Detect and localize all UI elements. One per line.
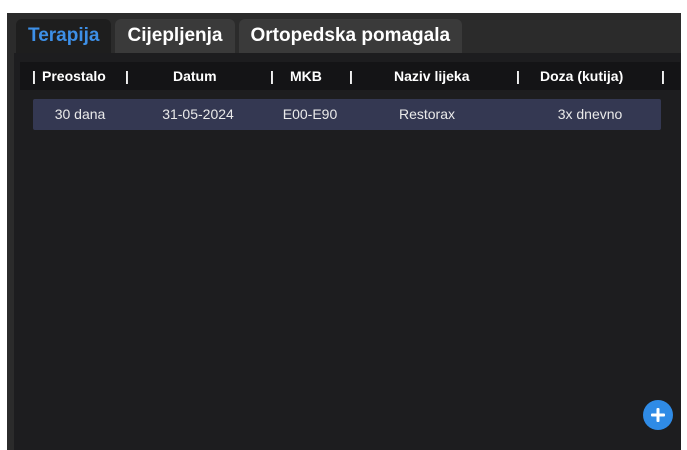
- plus-icon: [651, 408, 665, 422]
- cell-naziv-lijeka: Restorax: [398, 106, 456, 122]
- column-header-datum[interactable]: Datum: [173, 62, 217, 90]
- column-separator: |: [32, 68, 36, 84]
- column-header-naziv-lijeka[interactable]: Naziv lijeka: [394, 62, 470, 90]
- column-separator[interactable]: |: [270, 62, 274, 90]
- column-separator[interactable]: |: [516, 62, 520, 90]
- table-header: | Preostalo | Datum | MKB | Naziv lijeka…: [20, 62, 680, 90]
- cell-datum: 31-05-2024: [162, 106, 234, 122]
- table-row[interactable]: 30 dana 31-05-2024 E00-E90 Restorax 3x d…: [33, 99, 661, 130]
- column-separator[interactable]: |: [349, 62, 353, 90]
- cell-mkb: E00-E90: [282, 106, 338, 122]
- column-separator[interactable]: |: [661, 62, 665, 90]
- tab-bar: Terapija Cijepljenja Ortopedska pomagala: [16, 19, 463, 53]
- column-header-doza[interactable]: Doza (kutija): [540, 62, 623, 90]
- column-separator[interactable]: |: [125, 62, 129, 90]
- tab-ortopedska-pomagala[interactable]: Ortopedska pomagala: [238, 19, 463, 53]
- cell-doza: 3x dnevno: [557, 106, 623, 122]
- cell-preostalo: 30 dana: [54, 106, 106, 122]
- column-header-preostalo[interactable]: Preostalo: [42, 62, 106, 90]
- column-header-mkb[interactable]: MKB: [290, 62, 322, 90]
- tab-terapija[interactable]: Terapija: [16, 19, 112, 53]
- add-button[interactable]: [643, 400, 673, 430]
- tab-cijepljenja[interactable]: Cijepljenja: [115, 19, 235, 53]
